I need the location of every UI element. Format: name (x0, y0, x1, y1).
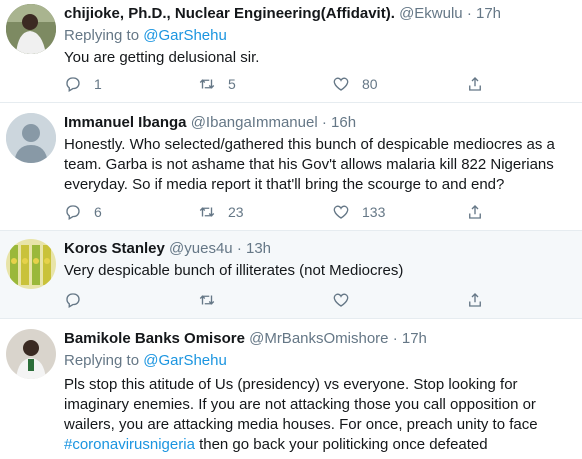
tweet-text: You are getting delusional sir. (64, 49, 260, 66)
like-icon (333, 293, 349, 307)
tweet-3[interactable]: Koros Stanley @yues4u · 13h Very despica… (0, 231, 582, 319)
like-icon (333, 205, 349, 219)
tweet-text: Honestly. Who selected/gathered this bun… (64, 135, 572, 195)
tweet-text-line: team. Garba is not ashame that his Gov't… (64, 156, 554, 173)
tweet-header: Immanuel Ibanga @IbangaImmanuel · 16h (64, 113, 572, 133)
tweet-2[interactable]: Immanuel Ibanga @IbangaImmanuel · 16h Ho… (0, 103, 582, 231)
avatar[interactable] (6, 113, 56, 163)
share-button[interactable] (466, 291, 484, 309)
retweet-button[interactable] (198, 291, 216, 309)
timestamp[interactable]: 17h (402, 330, 427, 347)
timestamp[interactable]: 17h (476, 5, 501, 22)
reply-button[interactable]: 6 (64, 203, 102, 221)
separator: · (321, 114, 327, 131)
like-count: 133 (362, 204, 386, 220)
like-button[interactable]: 80 (332, 75, 378, 93)
author-name[interactable]: Koros Stanley (64, 240, 165, 257)
tweet-header: chijioke, Ph.D., Nuclear Engineering(Aff… (64, 4, 572, 24)
tweet-text: Very despicable bunch of illiterates (no… (64, 262, 404, 279)
replying-to: Replying to @GarShehu (64, 26, 572, 46)
tweet-4[interactable]: Bamikole Banks Omisore @MrBanksOmishore … (0, 319, 582, 459)
tweet-text-rest: then go back your politicking once defea… (194, 436, 488, 453)
tweet-header: Koros Stanley @yues4u · 13h (64, 239, 572, 259)
like-count: 80 (362, 76, 378, 92)
retweet-icon (199, 79, 215, 89)
hashtag-link[interactable]: #coronavirusnigeria (64, 436, 195, 453)
mention-link[interactable]: @GarShehu (143, 27, 227, 44)
reply-button[interactable] (64, 291, 82, 309)
tweet-1[interactable]: chijioke, Ph.D., Nuclear Engineering(Aff… (0, 0, 582, 103)
tweet-actions: 6 23 133 (64, 203, 504, 223)
author-handle[interactable]: @yues4u (169, 240, 233, 257)
author-name[interactable]: Immanuel Ibanga (64, 114, 187, 131)
tweet-text-line: #coronavirusnigeria then go back your po… (64, 435, 572, 455)
replying-label: Replying to (64, 27, 140, 44)
author-handle[interactable]: @MrBanksOmishore (249, 330, 388, 347)
author-name[interactable]: chijioke, Ph.D., Nuclear Engineering(Aff… (64, 5, 395, 22)
share-icon (469, 77, 481, 91)
retweet-button[interactable]: 23 (198, 203, 244, 221)
retweet-icon (199, 295, 215, 305)
tweet-header: Bamikole Banks Omisore @MrBanksOmishore … (64, 329, 572, 349)
share-icon (469, 205, 481, 219)
replying-label: Replying to (64, 352, 140, 369)
avatar[interactable] (6, 239, 56, 289)
timestamp[interactable]: 16h (331, 114, 356, 131)
tweet-actions: 1 5 80 (64, 75, 504, 95)
tweet-text-line: imaginary enemies. If you are not attack… (64, 396, 536, 413)
separator: · (236, 240, 242, 257)
reply-icon (66, 293, 80, 308)
like-button[interactable]: 133 (332, 203, 385, 221)
avatar[interactable] (6, 4, 56, 54)
replying-to: Replying to @GarShehu (64, 351, 572, 371)
separator: · (392, 330, 398, 347)
tweet-text-line: Honestly. Who selected/gathered this bun… (64, 136, 555, 153)
share-button[interactable] (466, 203, 484, 221)
mention-link[interactable]: @GarShehu (143, 352, 227, 369)
tweet-text-line: Pls stop this atitude of Us (presidency)… (64, 376, 518, 393)
retweet-count: 23 (228, 204, 244, 220)
retweet-button[interactable]: 5 (198, 75, 236, 93)
reply-count: 1 (94, 76, 102, 92)
tweet-actions (64, 291, 504, 311)
separator: · (466, 5, 472, 22)
share-button[interactable] (466, 75, 484, 93)
tweet-text-line: everyday. So if media report it that'll … (64, 176, 505, 193)
timestamp[interactable]: 13h (246, 240, 271, 257)
like-icon (333, 77, 349, 91)
avatar[interactable] (6, 329, 56, 379)
share-icon (469, 293, 481, 307)
author-handle[interactable]: @IbangaImmanuel (191, 114, 318, 131)
retweet-count: 5 (228, 76, 236, 92)
retweet-icon (199, 207, 215, 217)
author-name[interactable]: Bamikole Banks Omisore (64, 330, 245, 347)
author-handle[interactable]: @Ekwulu (399, 5, 463, 22)
tweet-text-line: wailers, you are attacking media houses.… (64, 416, 538, 433)
reply-button[interactable]: 1 (64, 75, 102, 93)
reply-icon (66, 205, 80, 220)
like-button[interactable] (332, 291, 350, 309)
reply-count: 6 (94, 204, 102, 220)
tweet-text: Pls stop this atitude of Us (presidency)… (64, 375, 572, 455)
reply-icon (66, 77, 80, 92)
